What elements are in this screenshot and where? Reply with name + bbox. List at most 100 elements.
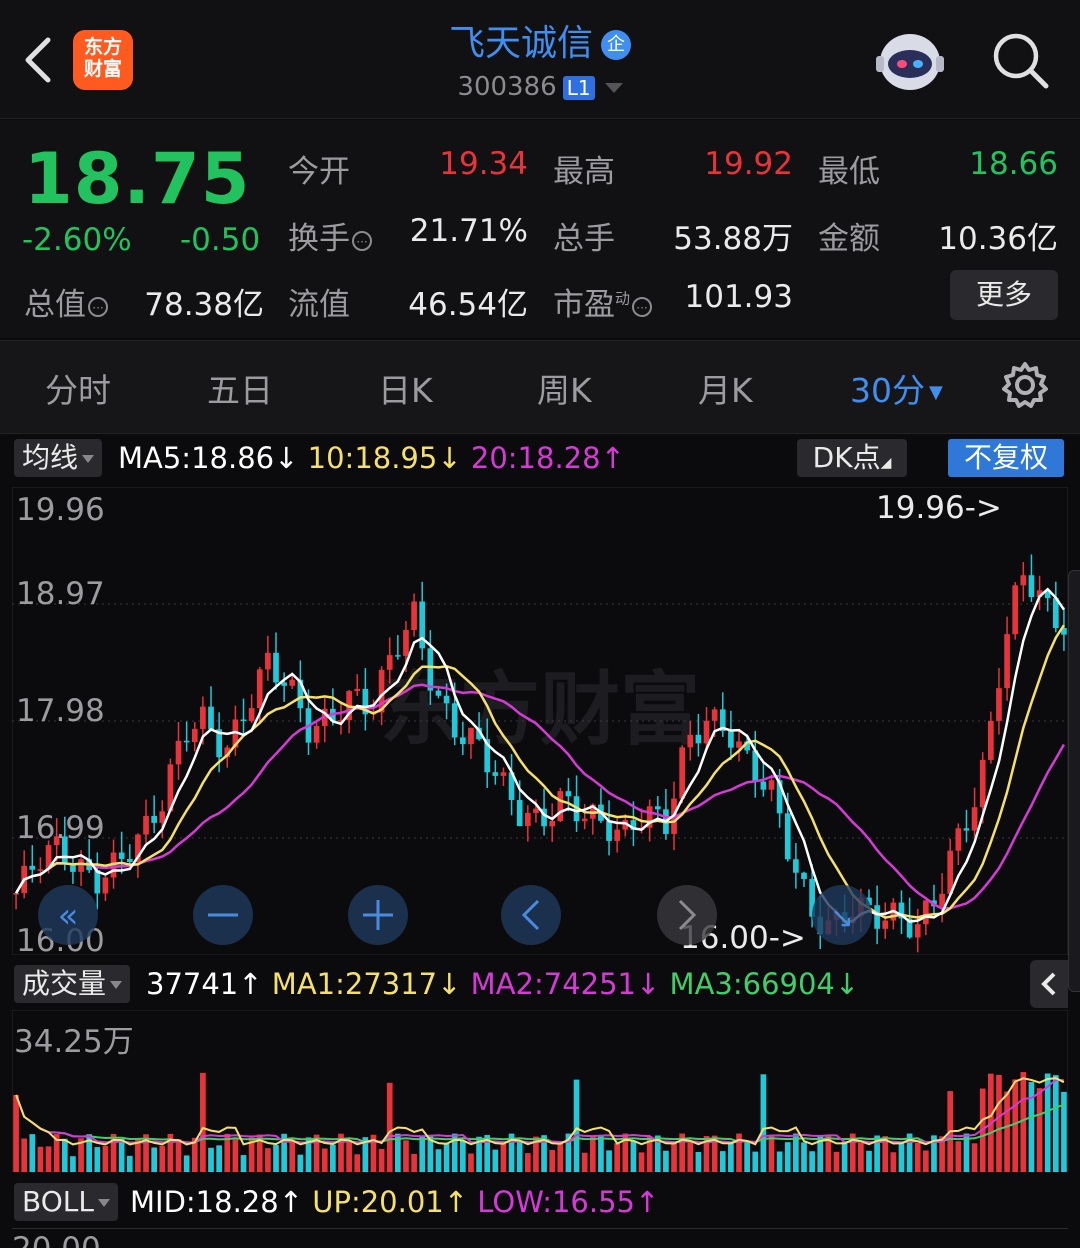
search-icon[interactable] xyxy=(990,30,1050,90)
y-label-3: 17.98 xyxy=(16,693,105,729)
volume-chart[interactable]: 34.25万 xyxy=(12,1010,1068,1172)
chevron-down-icon[interactable] xyxy=(604,82,623,93)
tab-monthly-k[interactable]: 月K xyxy=(698,364,753,412)
ma20-value: 20:18.28↑ xyxy=(470,441,625,475)
volume-bar xyxy=(419,1136,426,1172)
scroll-left-button[interactable] xyxy=(501,885,561,945)
boll-selector[interactable]: BOLL xyxy=(14,1183,118,1221)
volume-bar xyxy=(776,1151,783,1172)
candle-body xyxy=(565,791,572,797)
candle-body xyxy=(118,852,125,859)
volume-bar xyxy=(549,1150,556,1172)
open-value: 19.34 xyxy=(439,146,528,182)
volume-bar xyxy=(914,1142,921,1172)
change-value: -0.50 xyxy=(180,222,261,258)
candle-body xyxy=(874,905,880,929)
gear-icon[interactable] xyxy=(1000,360,1050,410)
y-label-2: 18.97 xyxy=(16,576,105,612)
scroll-right-button[interactable] xyxy=(657,885,717,945)
tab-30min[interactable]: 30分 ▼ xyxy=(850,364,943,412)
tab-weekly-k[interactable]: 周K xyxy=(537,364,592,412)
turnover-label: 换手 ··· xyxy=(288,213,372,258)
tab-daily-k[interactable]: 日K xyxy=(378,364,433,412)
candle-body xyxy=(126,858,133,862)
candle-body xyxy=(784,813,791,860)
tab-five-day[interactable]: 五日 xyxy=(207,364,273,412)
ma-legend: MA5:18.86↓ 10:18.95↓ 20:18.28↑ xyxy=(118,439,625,477)
kline-chart[interactable]: 东方财富 19.96 18.97 17.98 16.99 16.00 19.96… xyxy=(12,487,1068,955)
volume-bar xyxy=(630,1141,637,1172)
tab-intraday[interactable]: 分时 xyxy=(45,364,111,412)
volume-bar xyxy=(61,1138,68,1172)
total-value-label: 总值 ··· xyxy=(24,279,108,324)
vol-ma1-value: MA1:27317↓ xyxy=(271,967,462,1001)
scroll-left-fast-button[interactable]: « xyxy=(38,885,98,945)
volume-bar xyxy=(971,1143,978,1172)
chevron-down-icon xyxy=(110,981,123,989)
volume-bar xyxy=(403,1140,409,1172)
candle-body xyxy=(955,828,962,851)
info-icon[interactable]: ··· xyxy=(88,296,108,317)
volume-bar xyxy=(354,1154,361,1172)
adjust-button[interactable]: 不复权 xyxy=(948,439,1064,477)
candle-body xyxy=(524,812,531,827)
scroll-end-button[interactable]: ↘ xyxy=(812,885,872,945)
volume-bar xyxy=(435,1149,442,1172)
candle-body xyxy=(549,820,556,827)
candle-body xyxy=(581,818,588,822)
more-button[interactable]: 更多 xyxy=(950,270,1058,320)
volume-bar xyxy=(841,1141,848,1172)
candle-body xyxy=(939,893,945,907)
high-value: 19.92 xyxy=(704,146,793,182)
candle-body xyxy=(687,734,694,748)
candle-body xyxy=(386,655,393,670)
change-percent: -2.60% xyxy=(22,222,132,258)
panel-drag-handle[interactable] xyxy=(1068,570,1080,992)
volume-selector[interactable]: 成交量 xyxy=(14,965,131,1003)
volume-bar xyxy=(378,1148,385,1172)
volume-bar xyxy=(898,1141,905,1172)
candle-body xyxy=(435,690,442,696)
amount-value: 10.36亿 xyxy=(938,221,1058,257)
candle-body xyxy=(963,828,970,831)
indicator-selector[interactable]: 均线 xyxy=(14,439,103,477)
volume-bar xyxy=(265,1148,271,1172)
candle-body xyxy=(614,829,621,841)
candle-body xyxy=(768,780,775,790)
volume-bar xyxy=(492,1149,499,1172)
volume-bar xyxy=(126,1155,133,1172)
zoom-in-button[interactable] xyxy=(348,885,408,945)
collapse-panel-button[interactable] xyxy=(1030,960,1068,1008)
stock-name: 飞天诚信 xyxy=(448,23,593,64)
volume-bar xyxy=(598,1135,604,1172)
y-label-4: 16.99 xyxy=(16,810,105,846)
total-value: 78.38亿 xyxy=(144,287,264,323)
dk-point-button[interactable]: DK点◢ xyxy=(797,439,907,477)
volume-value: 37741↑ xyxy=(146,967,263,1001)
arrow-down-right-icon: ↘ xyxy=(830,901,853,934)
volume-bar xyxy=(695,1151,702,1172)
volume-bar xyxy=(102,1146,109,1172)
volume-bar xyxy=(719,1151,726,1172)
volume-bar xyxy=(94,1147,101,1172)
volume-bar xyxy=(208,1147,214,1172)
candle-body xyxy=(492,772,499,776)
volume-bar xyxy=(330,1144,336,1172)
info-icon[interactable]: ··· xyxy=(632,296,653,317)
candle-body xyxy=(711,709,718,721)
candle-body xyxy=(1004,634,1010,689)
robot-assistant-icon[interactable] xyxy=(874,28,946,96)
info-icon[interactable]: ··· xyxy=(352,230,372,251)
vol-ma3-value: MA3:66904↓ xyxy=(669,967,860,1001)
candle-body xyxy=(78,859,84,872)
candle-body xyxy=(606,820,612,841)
volume-bar xyxy=(411,1153,417,1172)
candle-body xyxy=(923,900,929,925)
zoom-out-button[interactable] xyxy=(193,885,253,945)
candle-body xyxy=(533,808,539,813)
candle-body xyxy=(191,728,198,742)
candle-body xyxy=(273,652,279,683)
candle-body xyxy=(248,708,255,721)
candle-body xyxy=(1020,575,1027,586)
boll-mid-value: MID:18.28↑ xyxy=(130,1185,304,1219)
